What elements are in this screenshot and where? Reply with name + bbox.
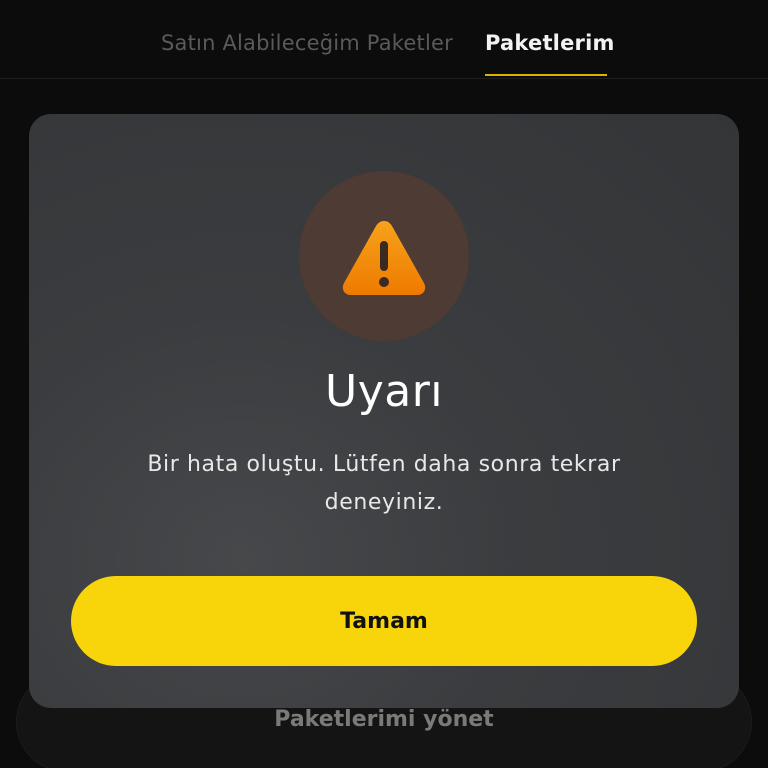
alert-dialog: Uyarı Bir hata oluştu. Lütfen daha sonra… xyxy=(29,114,739,708)
screen: Satın Alabileceğim Paketler Paketlerim P… xyxy=(0,0,768,768)
manage-packages-label: Paketlerimi yönet xyxy=(274,707,494,732)
alert-icon-badge xyxy=(299,171,469,341)
ok-button[interactable]: Tamam xyxy=(71,576,697,666)
active-tab-indicator xyxy=(485,74,607,76)
dialog-message: Bir hata oluştu. Lütfen daha sonra tekra… xyxy=(147,452,621,515)
dialog-title: Uyarı xyxy=(324,366,444,417)
tab-my-packages[interactable]: Paketlerim xyxy=(485,31,615,55)
warning-triangle-icon xyxy=(342,221,426,295)
ok-button-label: Tamam xyxy=(340,608,428,634)
tab-available-packages[interactable]: Satın Alabileceğim Paketler xyxy=(161,31,453,55)
tab-bar: Satın Alabileceğim Paketler Paketlerim xyxy=(0,0,768,79)
